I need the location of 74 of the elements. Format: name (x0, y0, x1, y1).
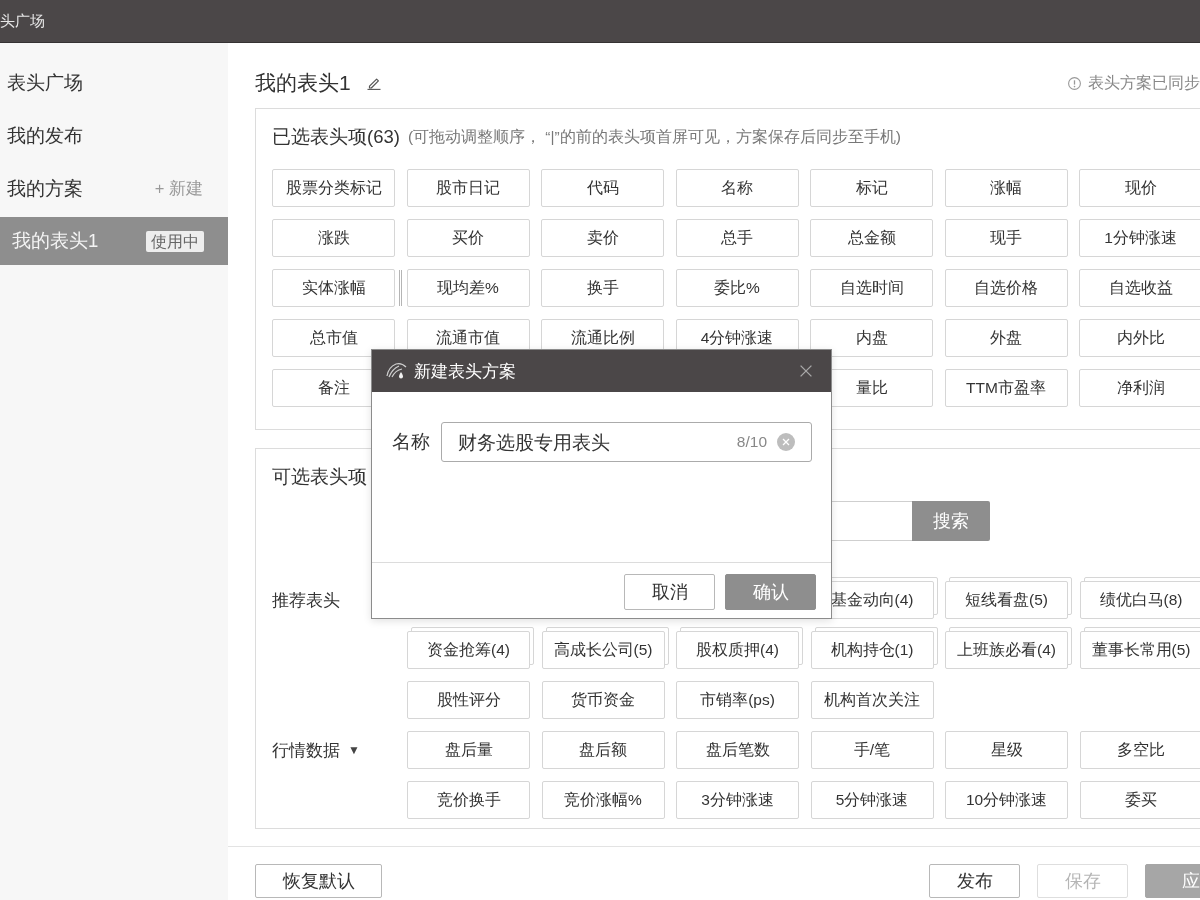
column-chip[interactable]: 换手 (541, 269, 664, 307)
window-title: 头广场 (0, 10, 45, 31)
field-chip[interactable]: 委买 (1079, 781, 1200, 819)
column-chip[interactable]: 代码 (541, 169, 664, 207)
column-chip[interactable]: 涨幅 (944, 169, 1068, 207)
preset-group-chip[interactable]: 短线看盘(5) (945, 577, 1072, 619)
field-chip[interactable]: 5分钟涨速 (810, 781, 934, 819)
column-chip[interactable]: 股票分类标记 (272, 169, 395, 207)
category-label: 推荐表头 (272, 589, 340, 611)
panel-hint: (可拖动调整顺序， “|”的前的表头项首屏可见，方案保存后同步至手机) (407, 127, 901, 148)
field-chip[interactable]: 市销率(ps) (676, 681, 799, 719)
column-chip[interactable]: 净利润 (1079, 369, 1200, 407)
column-chip[interactable]: 标记 (810, 169, 933, 207)
field-chip[interactable]: 机构首次关注 (810, 681, 934, 719)
column-chip[interactable]: 总市值 (272, 319, 395, 357)
column-chip[interactable]: 名称 (675, 169, 799, 207)
preset-group-chip[interactable]: 机构持仓(1) (810, 627, 938, 669)
column-chip[interactable]: 现均差% (406, 269, 530, 307)
column-chip[interactable]: 自选时间 (810, 269, 933, 307)
plan-title: 我的表头1 (255, 70, 351, 97)
column-chip[interactable]: 买价 (406, 219, 530, 257)
sync-note: 表头方案已同步 (1088, 73, 1200, 94)
column-chip[interactable]: 总金额 (810, 219, 933, 257)
preset-group-chip[interactable]: 上班族必看(4) (945, 627, 1072, 669)
field-chip[interactable]: 盘后笔数 (676, 731, 799, 769)
panel-title: 已选表头项(63) (272, 125, 400, 150)
field-label: 名称 (392, 430, 430, 454)
column-chip[interactable]: 现手 (944, 219, 1068, 257)
char-counter: 8/10 (736, 433, 767, 451)
column-chip[interactable]: 内盘 (810, 319, 933, 357)
preset-group-chip[interactable]: 高成长公司(5) (541, 627, 669, 669)
edit-icon[interactable] (366, 76, 381, 90)
column-chip[interactable]: 实体涨幅 (272, 269, 395, 307)
dialog-title: 新建表头方案 (414, 360, 517, 382)
column-chip[interactable]: 现价 (1079, 169, 1200, 207)
field-chip[interactable]: 手/笔 (810, 731, 934, 769)
info-icon (1068, 76, 1081, 90)
sidebar-item[interactable]: 表头广场 (0, 56, 228, 109)
sidebar-item[interactable]: 我的发布 (0, 109, 228, 162)
caret-icon[interactable]: ▼ (348, 744, 360, 756)
preset-group-chip[interactable]: 资金抢筹(4) (407, 627, 534, 669)
column-chip[interactable]: 自选收益 (1079, 269, 1200, 307)
column-chip[interactable]: 卖价 (541, 219, 664, 257)
panel-title: 可选表头项 (272, 465, 367, 490)
column-chip[interactable]: 委比% (675, 269, 799, 307)
sidebar-item[interactable]: 我的表头1 使用中 (0, 217, 228, 265)
column-chip[interactable]: 1分钟涨速 (1079, 219, 1200, 257)
field-chip[interactable]: 星级 (945, 731, 1068, 769)
field-chip[interactable]: 货币资金 (541, 681, 665, 719)
first-screen-divider (399, 270, 403, 306)
field-chip[interactable]: 股性评分 (407, 681, 530, 719)
column-chip[interactable]: 股市日记 (406, 169, 530, 207)
field-chip[interactable]: 盘后额 (541, 731, 665, 769)
preset-group-chip[interactable]: 股权质押(4) (676, 627, 803, 669)
field-chip[interactable]: 10分钟涨速 (945, 781, 1068, 819)
field-chip[interactable]: 3分钟涨速 (676, 781, 799, 819)
logo-icon (386, 362, 408, 380)
column-chip[interactable]: 涨跌 (272, 219, 395, 257)
column-chip[interactable]: 自选价格 (944, 269, 1068, 307)
sidebar-item[interactable]: 我的方案 + 新建 (0, 162, 228, 215)
action-button[interactable]: 发布 (929, 864, 1020, 898)
field-chip[interactable]: 竞价涨幅% (541, 781, 665, 819)
field-chip[interactable]: 盘后量 (407, 731, 530, 769)
column-chip[interactable]: 总手 (675, 219, 799, 257)
column-chip[interactable]: 内外比 (1079, 319, 1200, 357)
close-icon[interactable] (800, 365, 812, 377)
action-button[interactable]: 取消 (624, 574, 715, 610)
category-label[interactable]: 行情数据 (272, 737, 340, 763)
column-chip[interactable]: TTM市盈率 (944, 369, 1068, 407)
field-chip[interactable]: 多空比 (1079, 731, 1200, 769)
column-chip[interactable]: 外盘 (944, 319, 1068, 357)
field-chip[interactable]: 竞价换手 (407, 781, 530, 819)
in-use-badge: 使用中 (146, 230, 204, 252)
action-button[interactable]: 恢复默认 (255, 864, 382, 898)
